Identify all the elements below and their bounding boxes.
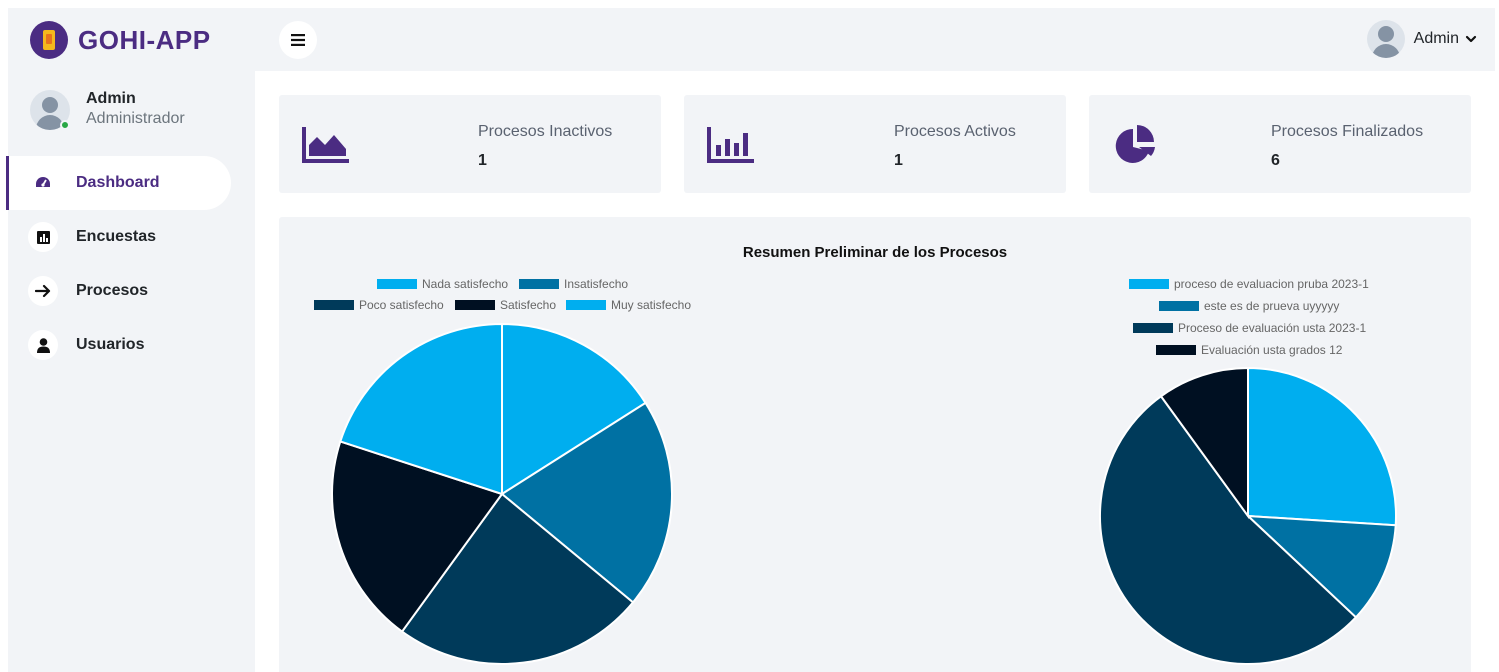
sidebar: GOHI-APP Admin Administrador Dashboard E… [6,8,255,672]
sidebar-item-encuestas[interactable]: Encuestas [8,210,255,264]
sidebar-item-dashboard[interactable]: Dashboard [6,156,231,210]
sidebar-item-label: Usuarios [76,336,145,353]
legend-label: Muy satisfecho [611,298,691,312]
bar-chart-icon [707,127,754,163]
sidebar-nav: Dashboard Encuestas Procesos Usuarios [6,156,255,372]
stat-value: 1 [894,152,903,169]
sidebar-item-label: Dashboard [76,174,160,191]
legend-label: este es de prueva uyyyyy [1204,299,1339,313]
main-content: Procesos Inactivos 1 Procesos Activos 1 … [255,71,1495,672]
stat-card-activos: Procesos Activos 1 [684,95,1066,193]
area-chart-icon [302,127,349,163]
legend-swatch [1156,345,1196,355]
legend-label: Satisfecho [500,298,556,312]
legend-label: proceso de evaluacion pruba 2023-1 [1174,277,1369,291]
legend-label: Proceso de evaluación usta 2023-1 [1178,321,1366,335]
stat-title: Procesos Activos [894,123,1016,140]
legend-swatch [1159,301,1199,311]
sidebar-item-label: Procesos [76,282,149,299]
legend-swatch [314,300,354,310]
bar-chart-icon [28,222,58,252]
chart-panel: Resumen Preliminar de los Procesos Nada … [279,217,1471,672]
legend-swatch [377,279,417,289]
hamburger-icon [291,34,305,46]
user-role: Administrador [86,110,185,127]
app-frame: GOHI-APP Admin Administrador Dashboard E… [6,8,1495,672]
stat-title: Procesos Finalizados [1271,123,1424,140]
stat-value: 6 [1271,152,1280,169]
sidebar-item-label: Encuestas [76,228,157,245]
user-menu-name: Admin [1413,30,1459,47]
legend-swatch [566,300,606,310]
sidebar-item-usuarios[interactable]: Usuarios [8,318,255,372]
arrow-right-icon [28,276,58,306]
sidebar-item-procesos[interactable]: Procesos [8,264,255,318]
charts-svg: Nada satisfecho Insatisfecho Poco satisfec… [314,277,1397,666]
pie-slice [1247,366,1397,527]
topbar: Admin [255,8,1495,71]
stat-card-inactivos: Procesos Inactivos 1 [279,95,661,193]
stat-title: Procesos Inactivos [478,123,613,140]
legend-swatch [519,279,559,289]
legend-label: Nada satisfecho [422,277,508,291]
legend-label: Evaluación usta grados 12 [1201,343,1343,357]
user-icon [28,330,58,360]
user-name: Admin [86,90,136,107]
legend-swatch [1129,279,1169,289]
app-logo-icon [30,21,68,59]
sidebar-user: Admin Administrador [30,90,185,130]
pie-chart-icon [1115,125,1155,163]
gauge-icon [28,168,58,198]
hamburger-menu-button[interactable] [279,21,317,59]
stat-value: 1 [478,152,487,169]
legend-swatch [1133,323,1173,333]
user-menu-dropdown[interactable]: Admin [1366,20,1477,58]
chevron-down-icon [1465,35,1477,43]
avatar [1366,20,1405,58]
legend-label: Poco satisfecho [359,298,444,312]
brand[interactable]: GOHI-APP [30,20,211,60]
legend-label: Insatisfecho [564,277,628,291]
legend-swatch [455,300,495,310]
stat-card-finalizados: Procesos Finalizados 6 [1089,95,1471,193]
brand-name: GOHI-APP [78,24,211,55]
online-status-icon [60,120,70,130]
